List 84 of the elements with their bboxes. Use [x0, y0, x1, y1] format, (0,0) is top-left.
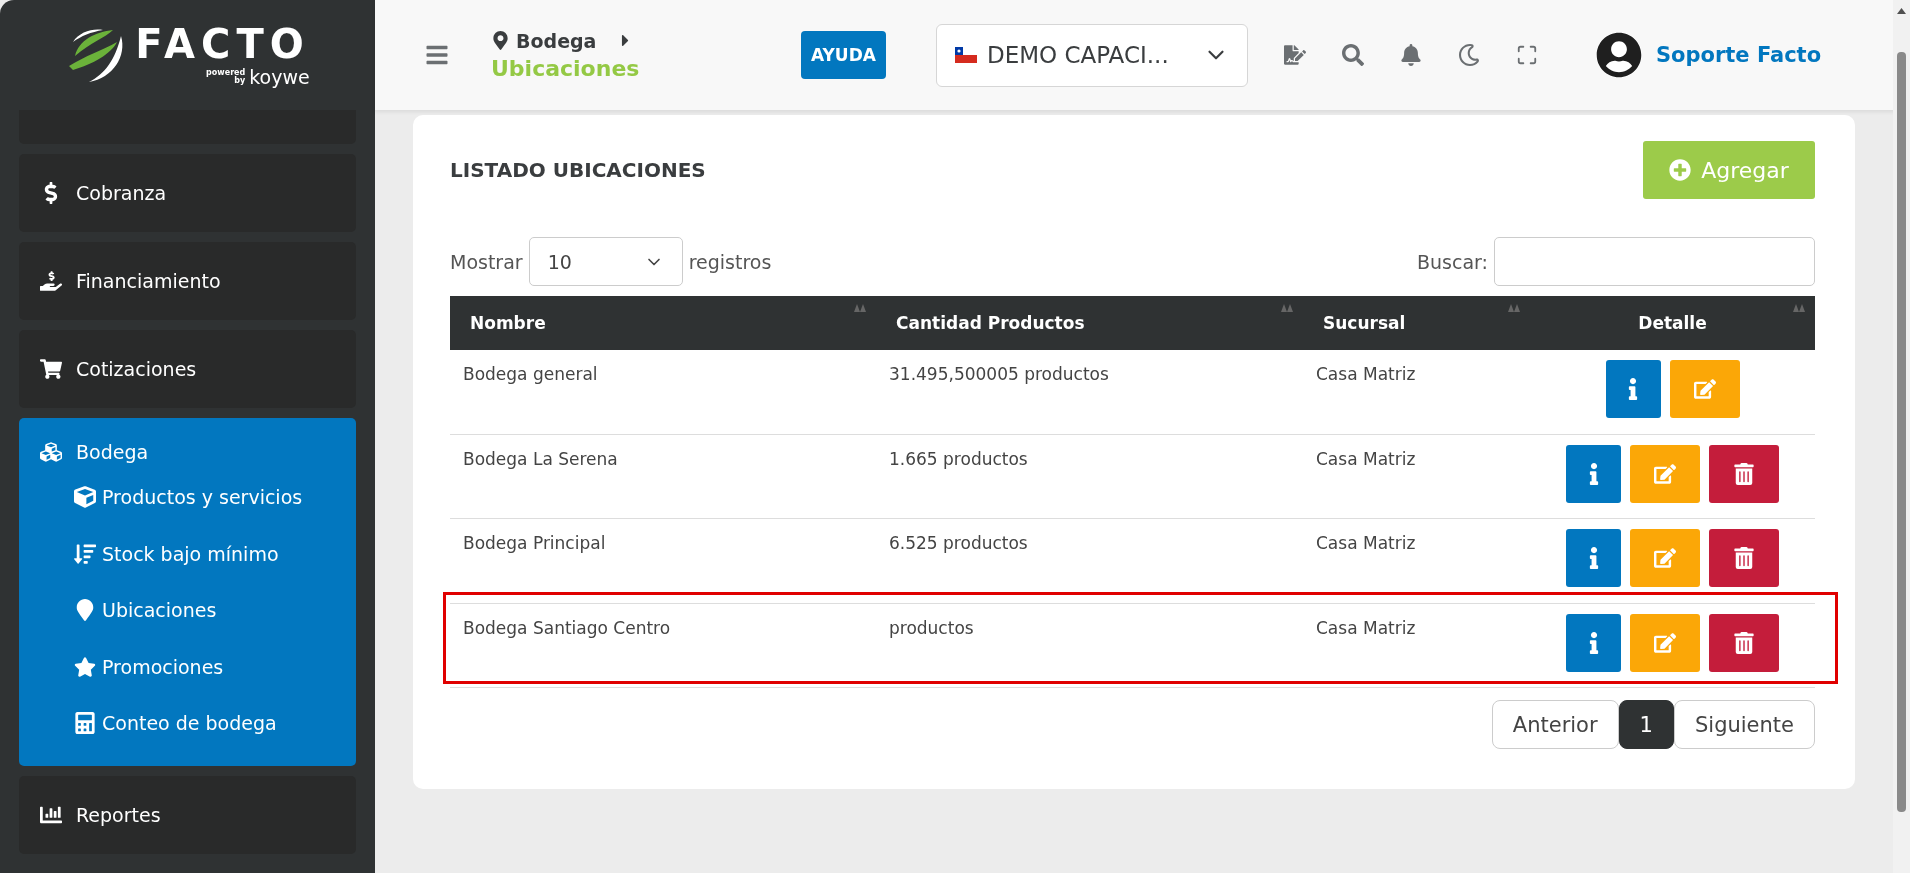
delete-button[interactable]	[1709, 613, 1779, 672]
trash-icon	[1733, 547, 1755, 569]
info-button[interactable]	[1566, 529, 1621, 587]
sort-icon	[854, 304, 866, 314]
menu-icon[interactable]	[425, 43, 449, 67]
bell-icon[interactable]	[1399, 44, 1422, 66]
info-button[interactable]	[1566, 444, 1621, 503]
table-cell-text: Bodega Santiago Centro	[462, 616, 672, 640]
submenu-item[interactable]: Ubicaciones	[102, 599, 217, 622]
sidebar-item[interactable]: Cobranza	[19, 154, 356, 232]
table-cell-text: 6.525 productos	[888, 532, 1029, 555]
breadcrumb-parent[interactable]: Bodega	[516, 29, 597, 52]
info-button[interactable]	[1605, 360, 1661, 418]
length-label: Mostrar	[450, 250, 523, 273]
sidebar-item[interactable]: Cotizaciones	[19, 330, 356, 408]
sort-icon	[1793, 304, 1805, 314]
submenu-item[interactable]: Productos y servicios	[102, 486, 303, 509]
sidebar-item[interactable]: Financiamiento	[19, 242, 356, 320]
table-cell-text: Casa Matriz	[1315, 532, 1417, 555]
cubes-icon	[40, 441, 62, 463]
table-cell-text: Bodega Principal	[462, 532, 607, 555]
sidebar-label: Cobranza	[76, 182, 167, 204]
column-header[interactable]: Sucursal	[1323, 313, 1406, 333]
length-label: registros	[688, 250, 772, 273]
submenu-item[interactable]: Promociones	[102, 655, 224, 678]
search-icon[interactable]	[1341, 44, 1364, 66]
sort-icon	[1508, 304, 1520, 314]
sidebar-item[interactable]: Bodega Productos y servicios Stock bajo mínimo Ubicaciones Promociones Conteo de bodega	[19, 418, 356, 766]
delete-button[interactable]	[1709, 529, 1779, 587]
user-name[interactable]: Soporte Facto	[1655, 43, 1822, 67]
page-button[interactable]: Anterior	[1491, 700, 1619, 749]
table-cell-text: productos	[888, 616, 975, 640]
info-button[interactable]	[1566, 613, 1621, 672]
search-label: Buscar:	[1417, 250, 1488, 273]
edit-icon	[1654, 547, 1676, 569]
sort-down-icon	[74, 542, 96, 565]
column-header[interactable]: Nombre	[470, 313, 546, 333]
table-cell-text: Casa Matriz	[1315, 447, 1417, 471]
sidebar-label: Financiamiento	[76, 270, 221, 292]
company-select[interactable]: DEMO CAPACI...	[935, 23, 1248, 87]
plus-icon	[1669, 159, 1692, 181]
page-button[interactable]: 1	[1618, 700, 1674, 749]
table-cell-text: Bodega general	[462, 363, 599, 386]
table-cell-text: Bodega La Serena	[462, 447, 619, 471]
table-cell-text: Casa Matriz	[1315, 363, 1417, 386]
calculator-icon	[74, 712, 96, 735]
sidebar-label: Reportes	[76, 803, 161, 826]
cube-icon	[74, 486, 96, 509]
logo-tagline: powered by	[205, 69, 246, 85]
signature-icon[interactable]	[1283, 44, 1306, 66]
help-button[interactable]: AYUDA	[801, 31, 886, 79]
sidebar-label: Bodega	[76, 441, 149, 463]
edit-icon	[1693, 378, 1716, 400]
avatar-icon[interactable]	[1595, 32, 1642, 78]
table-cell-text: 31.495,500005 productos	[888, 363, 1110, 386]
breadcrumb-current: Ubicaciones	[491, 55, 641, 81]
logo-brand: koywe	[249, 67, 310, 87]
table-cell-text: 1.665 productos	[888, 447, 1029, 471]
submenu-item[interactable]: Stock bajo mínimo	[102, 542, 279, 565]
logo-wordmark: FACTO	[135, 23, 310, 64]
length-select[interactable]: 10	[528, 237, 683, 286]
submenu-item[interactable]: Conteo de bodega	[102, 712, 277, 735]
edit-icon	[1654, 462, 1676, 485]
delete-button[interactable]	[1709, 444, 1779, 503]
sidebar-item[interactable]: Reportes	[19, 775, 356, 854]
edit-icon	[1654, 631, 1676, 654]
trash-icon	[1733, 631, 1755, 654]
trash-icon	[1733, 462, 1755, 485]
panel-title: LISTADO UBICACIONES	[450, 158, 706, 182]
fullscreen-icon[interactable]	[1515, 44, 1538, 66]
flag-icon	[954, 47, 977, 63]
search-field[interactable]	[1494, 237, 1815, 286]
map-pin-icon	[491, 31, 510, 50]
moon-icon[interactable]	[1457, 44, 1480, 66]
star-icon	[74, 655, 96, 678]
map-pin-icon	[74, 599, 96, 622]
column-header[interactable]: Cantidad Productos	[896, 313, 1085, 333]
hand-coin-icon	[40, 270, 62, 292]
cart-icon	[40, 358, 62, 380]
page-button[interactable]: Siguiente	[1673, 700, 1815, 749]
sidebar-label: Cotizaciones	[76, 358, 197, 380]
column-header[interactable]: Detalle	[1638, 313, 1707, 333]
sort-icon	[1281, 304, 1293, 314]
table-cell-text: Casa Matriz	[1315, 616, 1417, 640]
